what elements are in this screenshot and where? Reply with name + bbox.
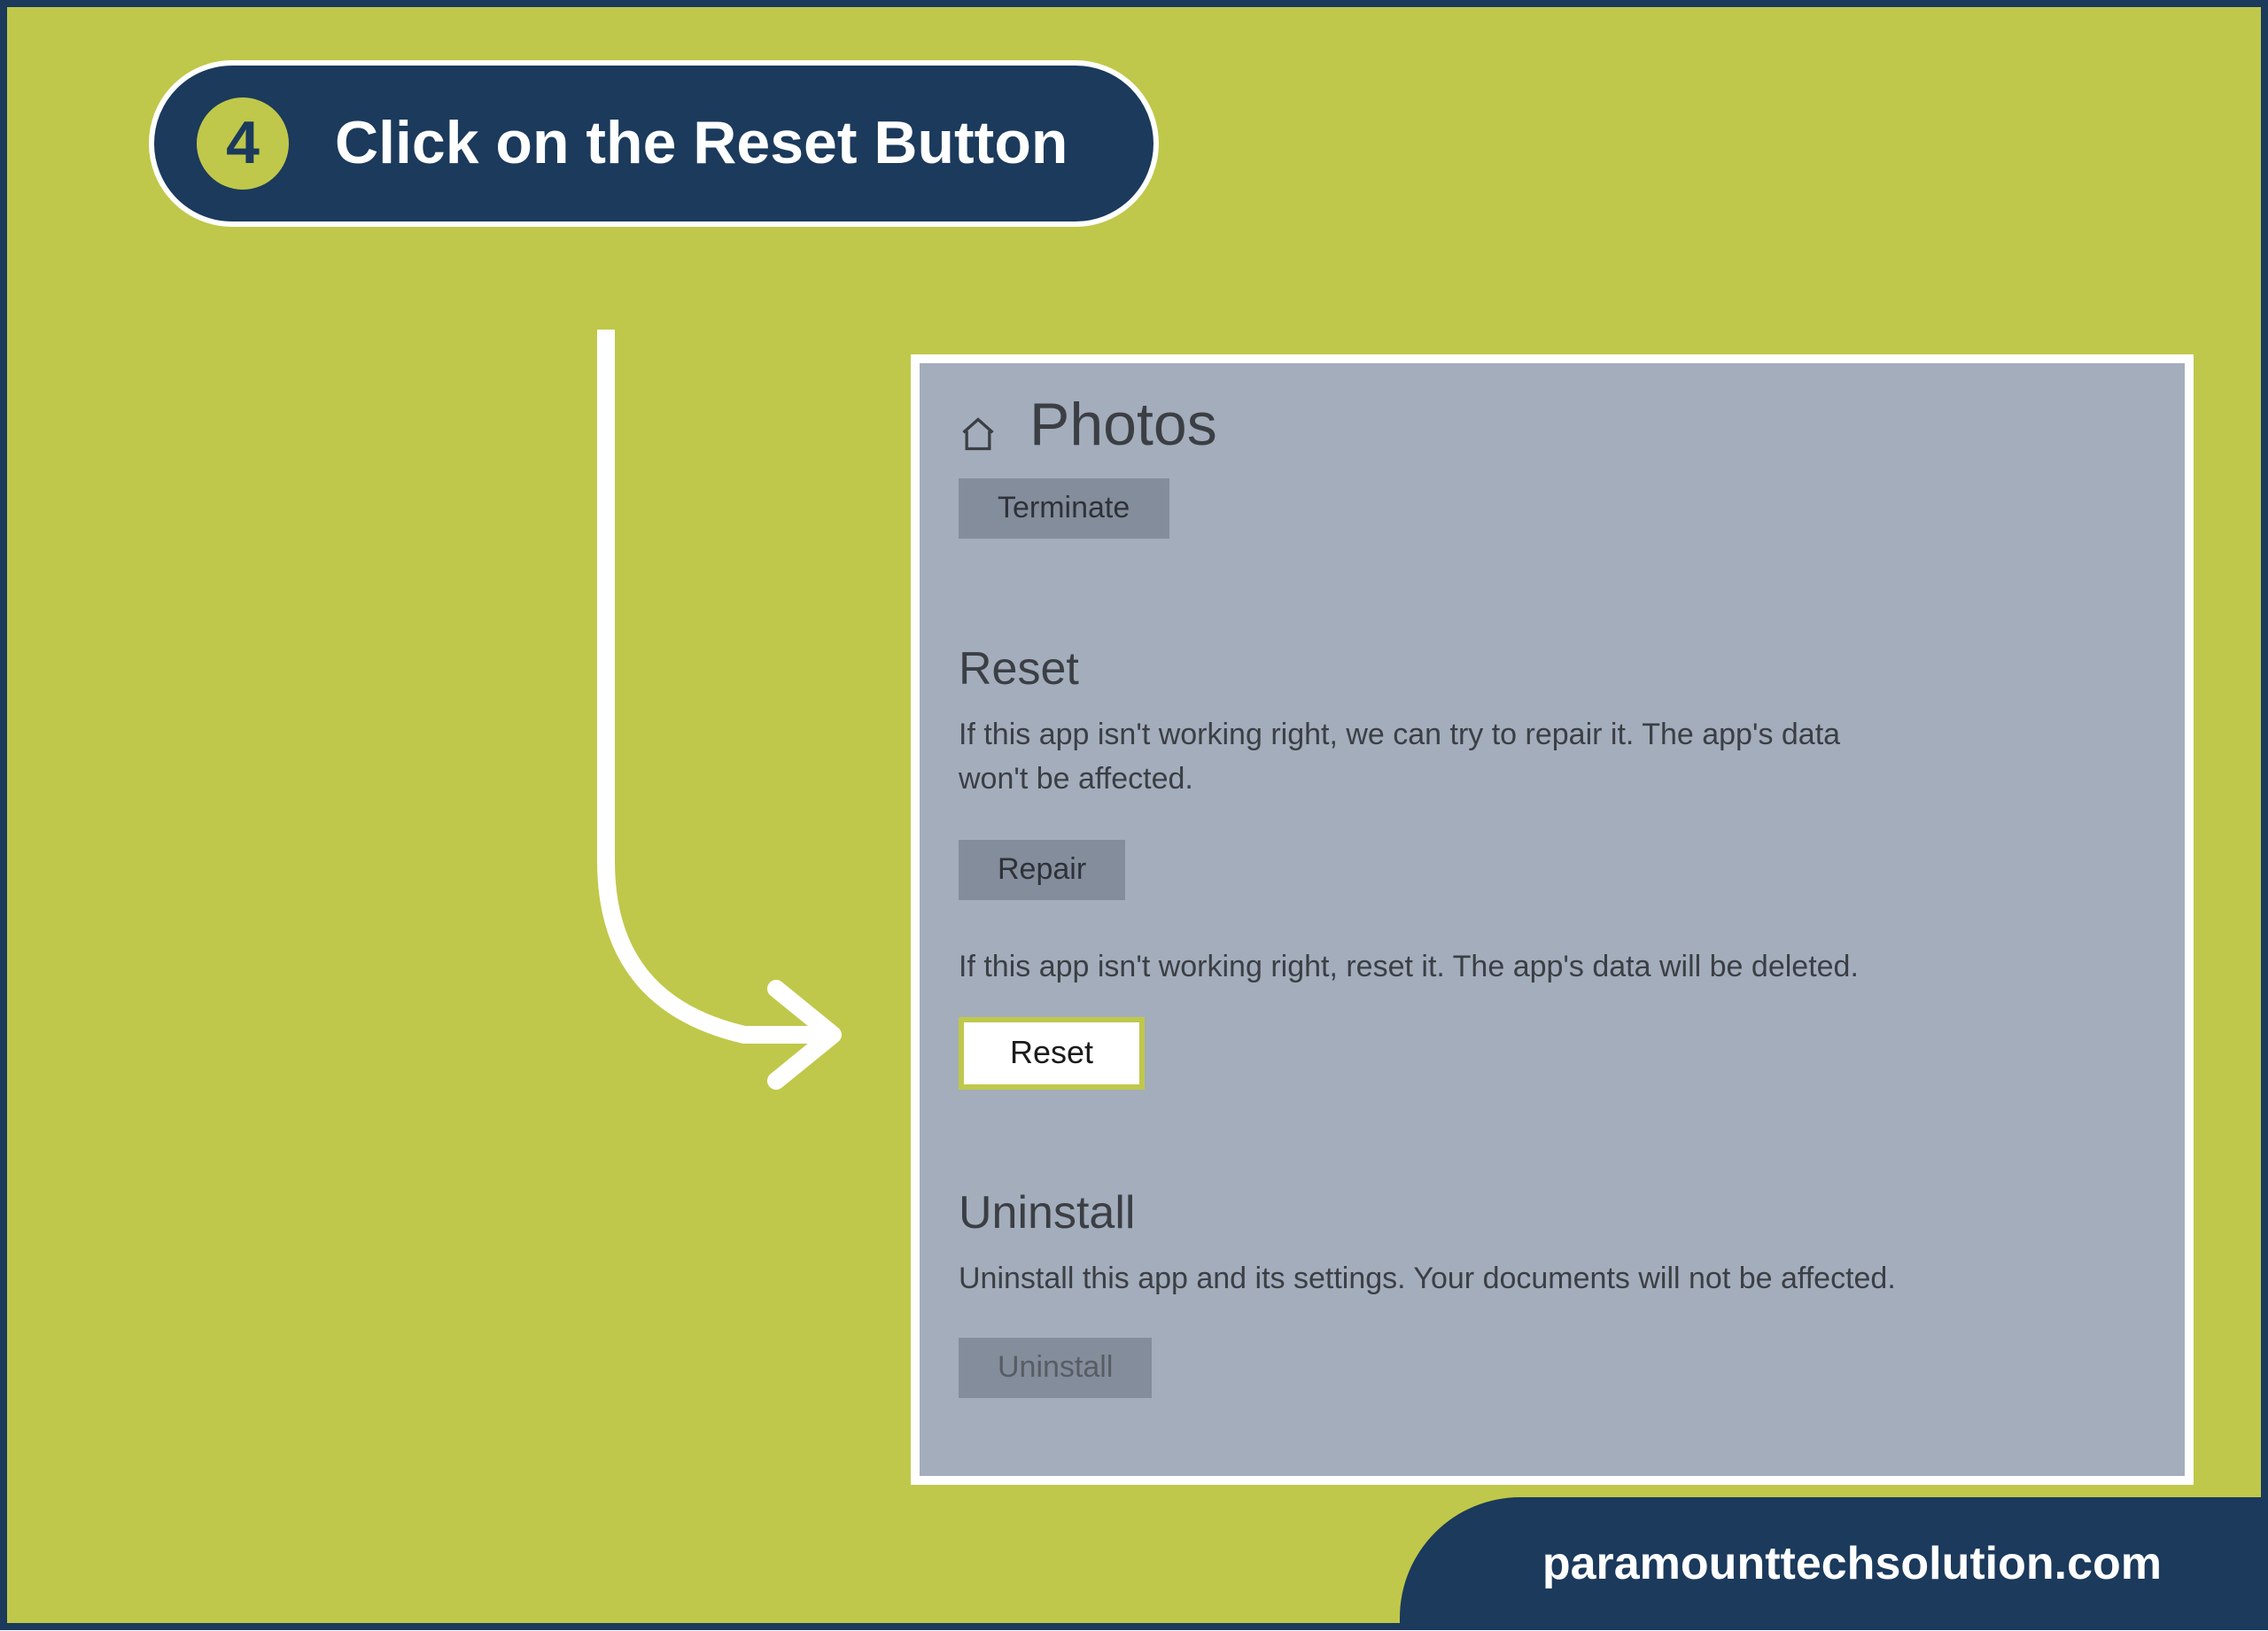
- home-icon: [959, 414, 998, 453]
- footer-attribution: paramounttechsolution.com: [1401, 1497, 2268, 1630]
- repair-description: If this app isn't working right, we can …: [959, 714, 1915, 802]
- step-header-pill: 4 Click on the Reset Button: [149, 60, 1158, 227]
- uninstall-section-heading: Uninstall: [959, 1186, 2146, 1241]
- repair-button[interactable]: Repair: [959, 841, 1125, 901]
- page-title: Photos: [1029, 392, 1217, 461]
- arrow-indicator: [585, 330, 850, 1091]
- uninstall-button[interactable]: Uninstall: [959, 1338, 1152, 1398]
- settings-panel: Photos Terminate Reset If this app isn't…: [911, 354, 2194, 1485]
- reset-section-heading: Reset: [959, 641, 2146, 696]
- reset-description: If this app isn't working right, reset i…: [959, 951, 2146, 986]
- terminate-button[interactable]: Terminate: [959, 478, 1169, 539]
- uninstall-description: Uninstall this app and its settings. You…: [959, 1259, 1915, 1302]
- reset-button[interactable]: Reset: [959, 1018, 1145, 1091]
- tutorial-card: 4 Click on the Reset Button Photos Termi…: [0, 0, 2268, 1630]
- panel-header: Photos: [959, 392, 2146, 461]
- step-title: Click on the Reset Button: [335, 109, 1068, 178]
- step-number-badge: 4: [197, 97, 289, 190]
